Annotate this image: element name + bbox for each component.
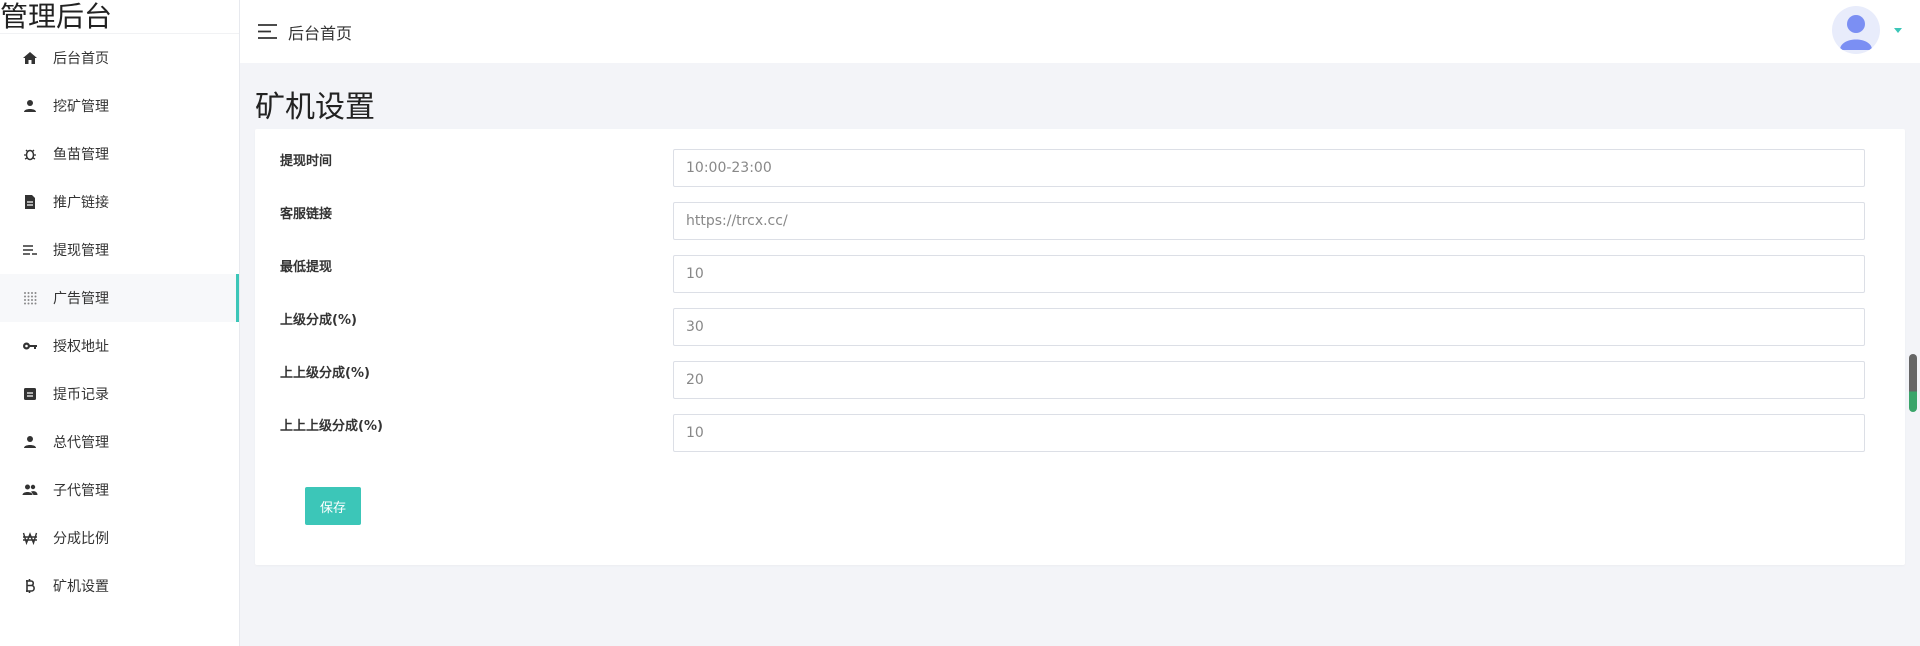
grid-icon (22, 290, 38, 306)
sidebar-item-sub-agent[interactable]: 子代管理 (0, 466, 239, 514)
sidebar-item-promo-link[interactable]: 推广链接 (0, 178, 239, 226)
level3-share-label: 上上上级分成(%) (280, 419, 383, 434)
sidebar: 管理后台 后台首页 挖矿管理 鱼苗管理 推广链接 提现管理 广告管理 授权地址 … (0, 0, 240, 646)
level2-share-input[interactable] (673, 361, 1865, 399)
sidebar-item-label: 分成比例 (53, 531, 109, 547)
sidebar-item-label: 授权地址 (53, 339, 109, 355)
sidebar-item-auth-address[interactable]: 授权地址 (0, 322, 239, 370)
sidebar-item-home[interactable]: 后台首页 (0, 34, 239, 82)
form-row-level1-share: 上级分成(%) (255, 308, 1905, 347)
sidebar-item-label: 提现管理 (53, 243, 109, 259)
service-link-label: 客服链接 (280, 207, 333, 222)
sidebar-item-share-ratio[interactable]: 分成比例 (0, 514, 239, 562)
sidebar-item-label: 子代管理 (53, 483, 109, 499)
sidebar-item-label: 鱼苗管理 (53, 147, 109, 163)
form-row-withdraw-time: 提现时间 (255, 149, 1905, 188)
page-title: 矿机设置 (255, 90, 375, 125)
save-button[interactable]: 保存 (305, 487, 361, 525)
sidebar-item-mining[interactable]: 挖矿管理 (0, 82, 239, 130)
list-icon (22, 242, 38, 258)
menu-toggle-icon[interactable] (257, 21, 278, 42)
sidebar-item-general-agent[interactable]: 总代管理 (0, 418, 239, 466)
service-link-input[interactable] (673, 202, 1865, 240)
settings-form-card: 提现时间 客服链接 最低提现 上级分成(%) 上上级分成(%) 上上上级分成(%… (255, 129, 1905, 565)
user-menu[interactable] (1832, 6, 1902, 54)
group-icon (22, 482, 38, 498)
chevron-down-icon[interactable] (1894, 27, 1902, 33)
avatar[interactable] (1832, 6, 1880, 54)
bitcoin-icon (22, 578, 38, 594)
sidebar-item-withdraw[interactable]: 提现管理 (0, 226, 239, 274)
withdraw-time-label: 提现时间 (280, 154, 333, 169)
sidebar-item-label: 提币记录 (53, 387, 109, 403)
user-icon (22, 98, 38, 114)
user-icon (22, 434, 38, 450)
form-row-min-withdraw: 最低提现 (255, 255, 1905, 294)
sidebar-item-label: 矿机设置 (53, 579, 109, 595)
sidebar-item-label: 广告管理 (53, 291, 109, 307)
form-row-service-link: 客服链接 (255, 202, 1905, 241)
record-icon (22, 386, 38, 402)
level3-share-input[interactable] (673, 414, 1865, 452)
sidebar-item-label: 挖矿管理 (53, 99, 109, 115)
level2-share-label: 上上级分成(%) (280, 366, 370, 381)
top-header: 后台首页 (240, 0, 1920, 63)
sidebar-item-ads[interactable]: 广告管理 (0, 274, 239, 322)
sidebar-menu: 后台首页 挖矿管理 鱼苗管理 推广链接 提现管理 广告管理 授权地址 提币记录 … (0, 34, 239, 610)
key-icon (22, 338, 38, 354)
home-icon (22, 50, 38, 66)
sidebar-item-label: 总代管理 (53, 435, 109, 451)
document-icon (22, 194, 38, 210)
sidebar-item-coin-records[interactable]: 提币记录 (0, 370, 239, 418)
breadcrumb[interactable]: 后台首页 (288, 20, 352, 44)
level1-share-input[interactable] (673, 308, 1865, 346)
level1-share-label: 上级分成(%) (280, 313, 357, 328)
won-icon (22, 530, 38, 546)
form-row-level2-share: 上上级分成(%) (255, 361, 1905, 400)
sidebar-item-fry[interactable]: 鱼苗管理 (0, 130, 239, 178)
brand-title: 管理后台 (0, 0, 239, 34)
min-withdraw-input[interactable] (673, 255, 1865, 293)
bug-icon (22, 146, 38, 162)
scrollbar-thumb[interactable] (1909, 354, 1917, 412)
min-withdraw-label: 最低提现 (280, 260, 333, 275)
sidebar-item-label: 推广链接 (53, 195, 109, 211)
withdraw-time-input[interactable] (673, 149, 1865, 187)
form-row-level3-share: 上上上级分成(%) (255, 414, 1905, 453)
sidebar-item-label: 后台首页 (53, 51, 109, 67)
sidebar-item-miner-settings[interactable]: 矿机设置 (0, 562, 239, 610)
